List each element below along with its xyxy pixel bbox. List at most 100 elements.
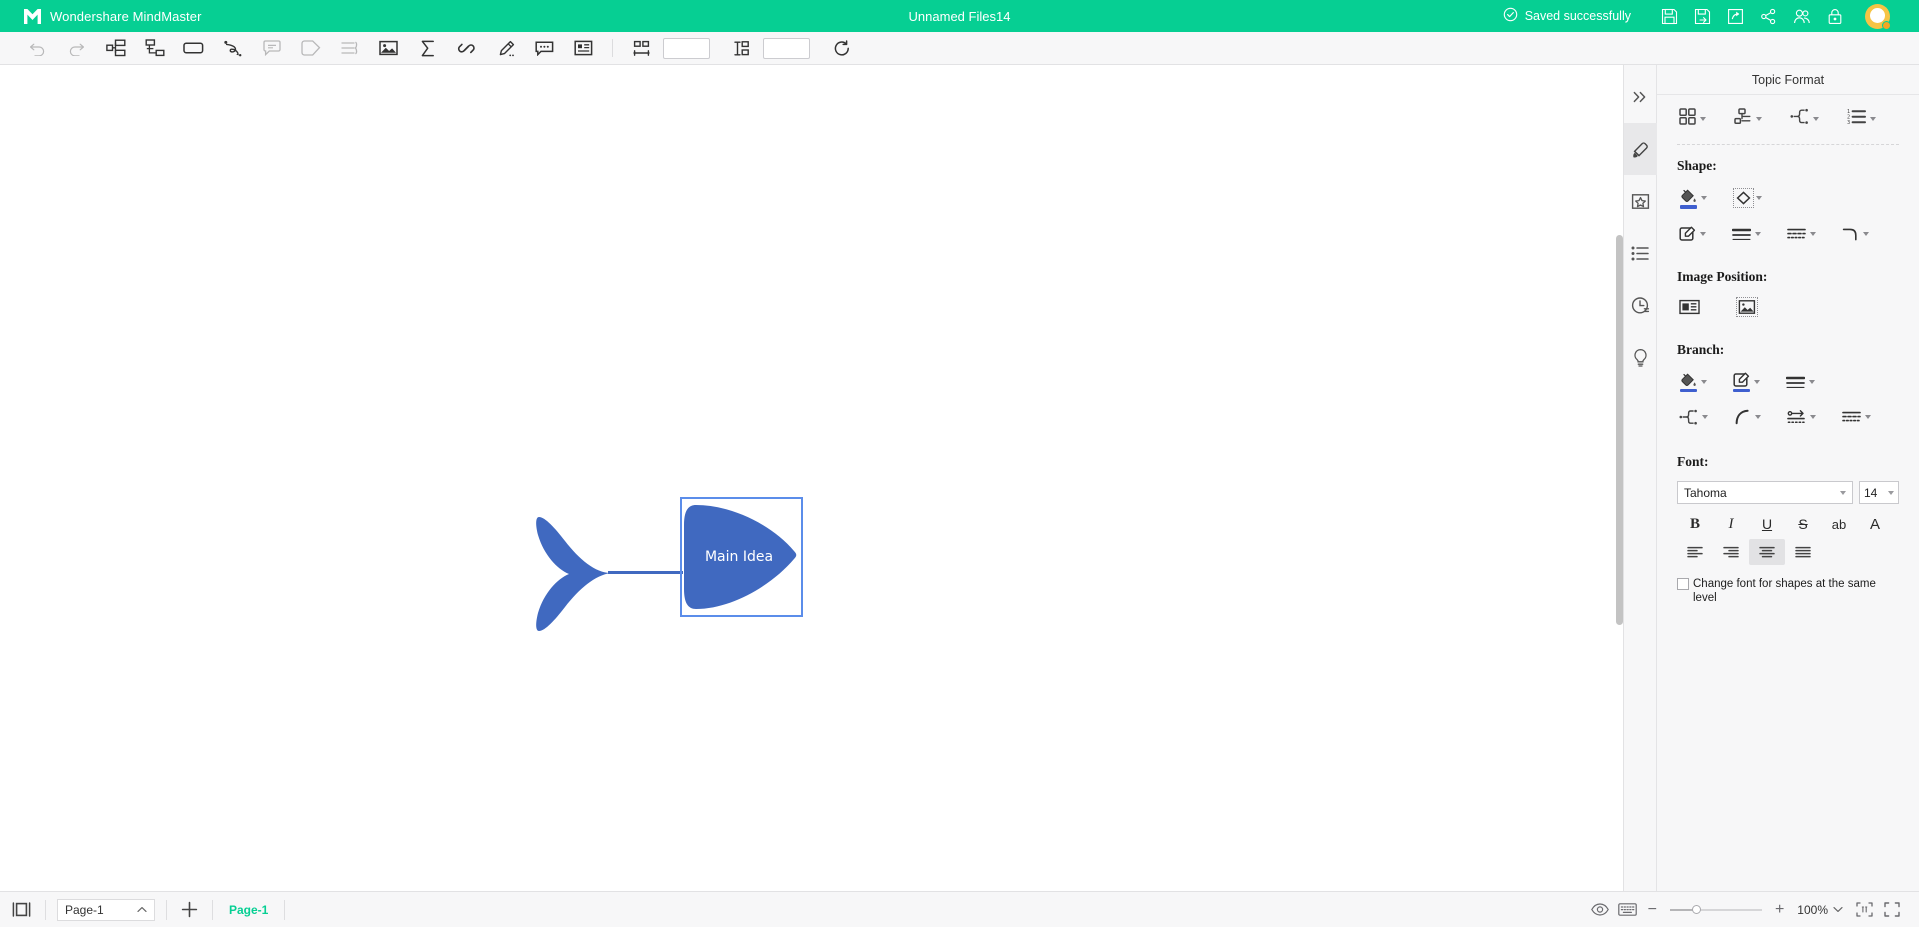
collaborate-icon[interactable] [1785, 0, 1818, 32]
topic-before-icon [145, 39, 165, 57]
save-icon[interactable] [1653, 0, 1686, 32]
undo-button[interactable] [18, 33, 57, 63]
insert-comment-button[interactable] [525, 33, 564, 63]
collapse-panel-button[interactable] [1624, 71, 1657, 123]
font-selectors-row: Tahoma 14 [1677, 481, 1899, 504]
topic-structure-dropdown[interactable] [1732, 105, 1764, 133]
page-select[interactable]: Page-1 [57, 899, 155, 921]
zoom-slider[interactable] [1670, 903, 1762, 917]
shape-border-style-dropdown[interactable] [1785, 223, 1818, 245]
font-color-button[interactable]: A [1857, 511, 1893, 537]
insert-hyperlink-button[interactable] [447, 33, 486, 63]
branch-fill-color-dropdown[interactable] [1677, 369, 1709, 396]
image-position-left-button[interactable] [1677, 296, 1702, 318]
arrow-style-icon [1787, 409, 1806, 425]
fishbone-head-shape[interactable] [682, 499, 800, 618]
insert-formula-button[interactable] [408, 33, 447, 63]
add-page-button[interactable] [169, 892, 210, 928]
shape-border-width-dropdown[interactable] [1730, 223, 1763, 245]
chevron-down-icon [1840, 491, 1846, 495]
numbering-dropdown[interactable]: 123 [1845, 105, 1878, 133]
chevron-down-icon[interactable] [1833, 906, 1843, 913]
branch-connector-line[interactable] [608, 571, 683, 574]
insert-note-button[interactable] [564, 33, 603, 63]
page-tab-1[interactable]: Page-1 [215, 903, 282, 917]
insert-marker-button[interactable] [486, 33, 525, 63]
font-family-select[interactable]: Tahoma [1677, 481, 1853, 504]
rail-item-history[interactable] [1624, 279, 1657, 331]
vertical-spacing-input[interactable] [763, 38, 810, 59]
view-mode-button[interactable] [0, 892, 43, 928]
avatar[interactable] [1865, 4, 1890, 29]
shape-border-color-dropdown[interactable] [1677, 223, 1708, 245]
branch-row-1 [1677, 369, 1899, 396]
shape-section-label: Shape: [1677, 158, 1899, 174]
align-left-button[interactable] [1677, 539, 1713, 565]
shape-type-dropdown[interactable] [1733, 187, 1764, 209]
chevron-double-right-icon [1632, 90, 1648, 104]
branch-line-width-dropdown[interactable] [1784, 371, 1817, 393]
shape-corner-dropdown[interactable] [1840, 223, 1871, 245]
branch-dash-dropdown[interactable] [1840, 406, 1873, 428]
workspace: Main Idea Topic Format [0, 65, 1919, 927]
redo-button[interactable] [57, 33, 96, 63]
branch-line-color-dropdown[interactable] [1731, 369, 1762, 396]
insert-callout-button[interactable] [252, 33, 291, 63]
vertical-spacing-icon[interactable] [722, 33, 761, 63]
same-level-font-checkbox[interactable] [1677, 578, 1689, 590]
branch-layout-dropdown[interactable] [1788, 105, 1821, 133]
image-position-top-button[interactable] [1736, 296, 1758, 318]
horizontal-spacing-icon[interactable] [622, 33, 661, 63]
mindmap-canvas[interactable]: Main Idea [0, 65, 1623, 901]
export-icon[interactable] [1719, 0, 1752, 32]
align-center-button[interactable] [1749, 539, 1785, 565]
align-justify-button[interactable] [1785, 539, 1821, 565]
fullscreen-button[interactable] [1879, 897, 1905, 923]
mindmaster-logo-icon [24, 9, 41, 24]
insert-boundary-button[interactable] [291, 33, 330, 63]
branch-curve-dropdown[interactable] [1732, 406, 1763, 428]
align-right-button[interactable] [1713, 539, 1749, 565]
branch-line-color-indicator [1733, 389, 1750, 393]
title-bar: Wondershare MindMaster Unnamed Files14 S… [0, 0, 1919, 32]
insert-image-button[interactable] [369, 33, 408, 63]
share-icon[interactable] [1752, 0, 1785, 32]
redo-icon [68, 41, 85, 56]
italic-button[interactable]: I [1713, 511, 1749, 537]
horizontal-spacing-input[interactable] [663, 38, 710, 59]
zoom-in-button[interactable]: + [1770, 901, 1789, 919]
insert-summary-button[interactable] [330, 33, 369, 63]
underline-button[interactable]: U [1749, 511, 1785, 537]
insert-relationship-button[interactable] [213, 33, 252, 63]
branch-structure-dropdown[interactable] [1677, 406, 1710, 428]
text-case-button[interactable]: ab [1821, 511, 1857, 537]
boundary-icon [301, 40, 321, 56]
branch-arrow-dropdown[interactable] [1785, 406, 1818, 428]
insert-subtopic-button[interactable] [96, 33, 135, 63]
image-left-icon [1679, 299, 1700, 315]
save-as-icon[interactable] [1686, 0, 1719, 32]
insert-topic-before-button[interactable] [135, 33, 174, 63]
refresh-layout-button[interactable] [822, 33, 861, 63]
lock-icon[interactable] [1818, 0, 1851, 32]
strikethrough-button[interactable]: S [1785, 511, 1821, 537]
rail-item-outline[interactable] [1624, 227, 1657, 279]
font-size-select[interactable]: 14 [1859, 481, 1899, 504]
fit-to-screen-button[interactable] [1851, 897, 1877, 923]
rail-item-format[interactable] [1624, 123, 1657, 175]
shape-fill-color-dropdown[interactable] [1677, 185, 1709, 212]
user-avatar[interactable] [1857, 0, 1897, 32]
layout-style-dropdown[interactable] [1677, 105, 1708, 133]
rail-item-tips[interactable] [1624, 331, 1657, 383]
canvas-vertical-scrollbar[interactable] [1616, 235, 1623, 625]
same-level-font-checkbox-row[interactable]: Change font for shapes at the same level [1677, 577, 1899, 605]
keyboard-shortcuts-button[interactable] [1615, 897, 1641, 923]
bold-button[interactable]: B [1677, 511, 1713, 537]
rail-item-theme[interactable] [1624, 175, 1657, 227]
canvas-area[interactable]: Main Idea [0, 65, 1624, 927]
fishbone-tail-shape[interactable] [535, 513, 613, 633]
insert-topic-button[interactable] [174, 33, 213, 63]
preview-eye-button[interactable] [1587, 897, 1613, 923]
zoom-out-button[interactable]: − [1643, 901, 1662, 919]
zoom-slider-knob[interactable] [1692, 905, 1701, 914]
